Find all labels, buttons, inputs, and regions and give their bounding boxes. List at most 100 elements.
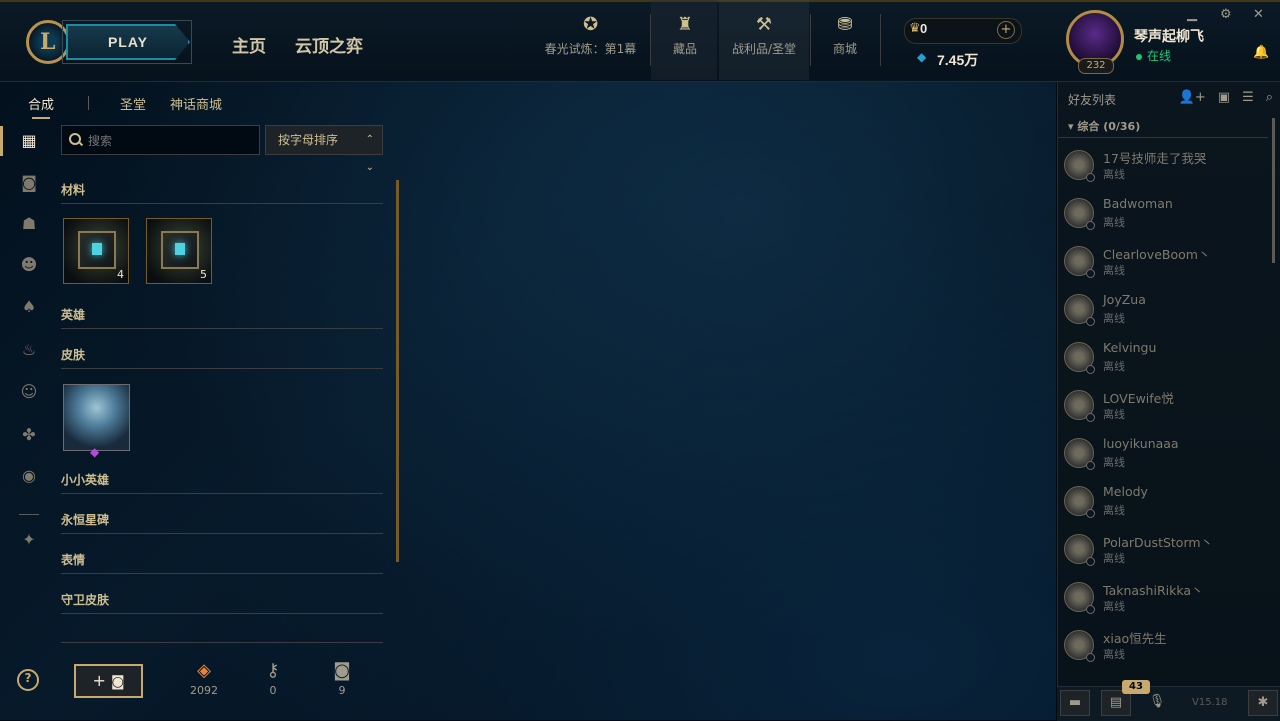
friends-panel: 好友列表 👤+ ▣ ☰ ⌕ ▾ 综合 (0/36) 17号技师走了我哭 离线 Ba… — [1057, 82, 1280, 720]
blue-essence-icon: ◆ — [917, 50, 927, 64]
bug-report-icon[interactable]: ✱ — [1248, 690, 1278, 716]
skin-mask-icon[interactable]: ☻ — [19, 255, 39, 275]
divider — [88, 96, 89, 110]
event-pass-button[interactable]: ✪ 春光试炼：第1幕 — [538, 14, 643, 57]
friends-scrollbar[interactable] — [1272, 118, 1275, 263]
buy-rp-button[interactable]: + — [997, 21, 1015, 39]
loot-hammer-icon: ⚒ — [755, 14, 773, 35]
friend-status: 离线 — [1103, 408, 1125, 421]
play-button[interactable]: PLAY — [66, 24, 190, 60]
craft-key-button[interactable]: + ◙ — [74, 664, 143, 698]
offline-dot — [1086, 413, 1095, 422]
plus-icon: + — [92, 671, 106, 690]
friend-name: TaknashiRikka丶 — [1103, 583, 1204, 598]
minimize-icon[interactable]: ▁ — [1187, 7, 1197, 22]
skin-shard-item[interactable] — [63, 384, 130, 451]
friend-name: PolarDustStorm丶 — [1103, 535, 1214, 550]
friend-item[interactable]: LOVEwife悦 离线 — [1064, 384, 1264, 428]
eternals-icon[interactable]: ✤ — [19, 425, 39, 445]
item-count: 5 — [200, 268, 207, 281]
divider — [19, 514, 39, 515]
online-status[interactable]: 在线 — [1136, 47, 1171, 64]
emote-face-icon[interactable]: ☺ — [19, 382, 39, 402]
sort-label: 按字母排序 — [278, 133, 339, 147]
list-view-icon[interactable]: ☰ — [1242, 90, 1254, 105]
friend-name: Melody — [1103, 484, 1148, 499]
search-icon[interactable]: ⌕ — [1266, 90, 1273, 105]
search-icon — [69, 133, 81, 145]
microphone-icon[interactable]: 🎙 — [1142, 690, 1172, 716]
chevron-updown-icon: ⌃ ⌄ — [365, 134, 374, 173]
friend-item[interactable]: Melody 离线 — [1064, 480, 1264, 524]
hextech-gem — [175, 243, 185, 255]
section-ward-skins: 守卫皮肤 — [61, 591, 383, 614]
key-value: 0 — [269, 684, 277, 697]
friend-item[interactable]: TaknashiRikka丶 离线 — [1064, 576, 1264, 620]
friend-item[interactable]: Kelvingu 离线 — [1064, 336, 1264, 380]
little-legend-icon[interactable]: ♠ — [19, 297, 39, 317]
friend-name: Badwoman — [1103, 196, 1173, 211]
collection-button[interactable]: ♜ 藏品 — [655, 14, 715, 57]
subtab-sanctum[interactable]: 圣堂 — [120, 94, 146, 113]
material-item[interactable]: 4 — [63, 218, 129, 284]
subtab-mythic-shop[interactable]: 神话商城 — [170, 94, 222, 113]
sort-dropdown[interactable]: 按字母排序 ⌃ ⌄ — [265, 125, 383, 173]
friend-name: ClearloveBoom丶 — [1103, 247, 1211, 262]
friend-group-header[interactable]: ▾ 综合 (0/36) — [1058, 118, 1268, 138]
friend-status: 离线 — [1103, 504, 1125, 517]
notification-bell-icon[interactable]: 🔔 — [1253, 45, 1269, 60]
add-friend-icon[interactable]: 👤+ — [1179, 90, 1206, 105]
other-items-icon[interactable]: ✦ — [19, 530, 39, 550]
loot-scrollbar[interactable] — [396, 180, 399, 562]
summoner-level: 232 — [1078, 58, 1114, 74]
friend-item[interactable]: xiao恒先生 离线 — [1064, 624, 1264, 668]
friends-toolbar: 👤+ ▣ ☰ ⌕ — [1179, 90, 1273, 105]
friend-status: 离线 — [1103, 456, 1125, 469]
help-button[interactable]: ? — [17, 669, 39, 691]
store-label: 商城 — [832, 42, 857, 56]
settings-gear-icon[interactable]: ⚙ — [1220, 7, 1232, 22]
offline-dot — [1086, 605, 1095, 614]
search-input[interactable] — [86, 131, 255, 151]
friend-item[interactable]: PolarDustStorm丶 离线 — [1064, 528, 1264, 572]
friend-item[interactable]: JoyZua 离线 — [1064, 288, 1264, 332]
loot-button[interactable]: ⚒ 战利品/圣堂 — [722, 14, 806, 57]
offline-dot — [1086, 221, 1095, 230]
loot-label: 战利品/圣堂 — [731, 42, 797, 56]
ward-flame-icon[interactable]: ♨ — [19, 340, 39, 360]
friend-name: JoyZua — [1103, 292, 1146, 307]
grid-all-icon[interactable]: ▦ — [19, 131, 39, 151]
rarity-gem-icon: ◆ — [90, 445, 100, 459]
key-icon: ⚷ — [266, 660, 280, 681]
add-folder-icon[interactable]: ▣ — [1218, 90, 1230, 105]
friend-status: 离线 — [1103, 360, 1125, 373]
friend-item[interactable]: 17号技师走了我哭 离线 — [1064, 144, 1264, 188]
profile-icon-filter[interactable]: ◉ — [19, 466, 39, 486]
friend-status: 离线 — [1103, 216, 1125, 229]
nav-tab-tft[interactable]: 云顶之弈 — [295, 32, 363, 57]
event-pass-label: 春光试炼：第1幕 — [544, 42, 637, 56]
offline-dot — [1086, 365, 1095, 374]
store-button[interactable]: ⛃ 商城 — [820, 14, 870, 57]
divider — [880, 14, 881, 66]
orange-essence-value: 2092 — [190, 684, 218, 697]
chest-icon: ◙ — [333, 660, 351, 681]
collection-bag-icon: ♜ — [676, 14, 694, 35]
chest-filter-icon[interactable]: ◙ — [19, 173, 39, 193]
divider — [61, 642, 383, 643]
chat-bubble-icon[interactable]: ▬ — [1060, 690, 1090, 716]
material-item[interactable]: 5 — [146, 218, 212, 284]
champion-helmet-icon[interactable]: ☗ — [19, 214, 39, 234]
collection-label: 藏品 — [672, 42, 697, 56]
subtab-crafting[interactable]: 合成 — [28, 94, 54, 119]
section-champions: 英雄 — [61, 306, 383, 329]
friend-item[interactable]: Badwoman 离线 — [1064, 192, 1264, 236]
summoner-name[interactable]: 琴声起柳飞 — [1134, 26, 1204, 46]
search-box[interactable] — [61, 125, 260, 155]
offline-dot — [1086, 317, 1095, 326]
close-icon[interactable]: ✕ — [1253, 7, 1264, 22]
nav-tab-home[interactable]: 主页 — [232, 32, 266, 57]
friend-item[interactable]: luoyikunaaa 离线 — [1064, 432, 1264, 476]
offline-dot — [1086, 173, 1095, 182]
friend-item[interactable]: ClearloveBoom丶 离线 — [1064, 240, 1264, 284]
